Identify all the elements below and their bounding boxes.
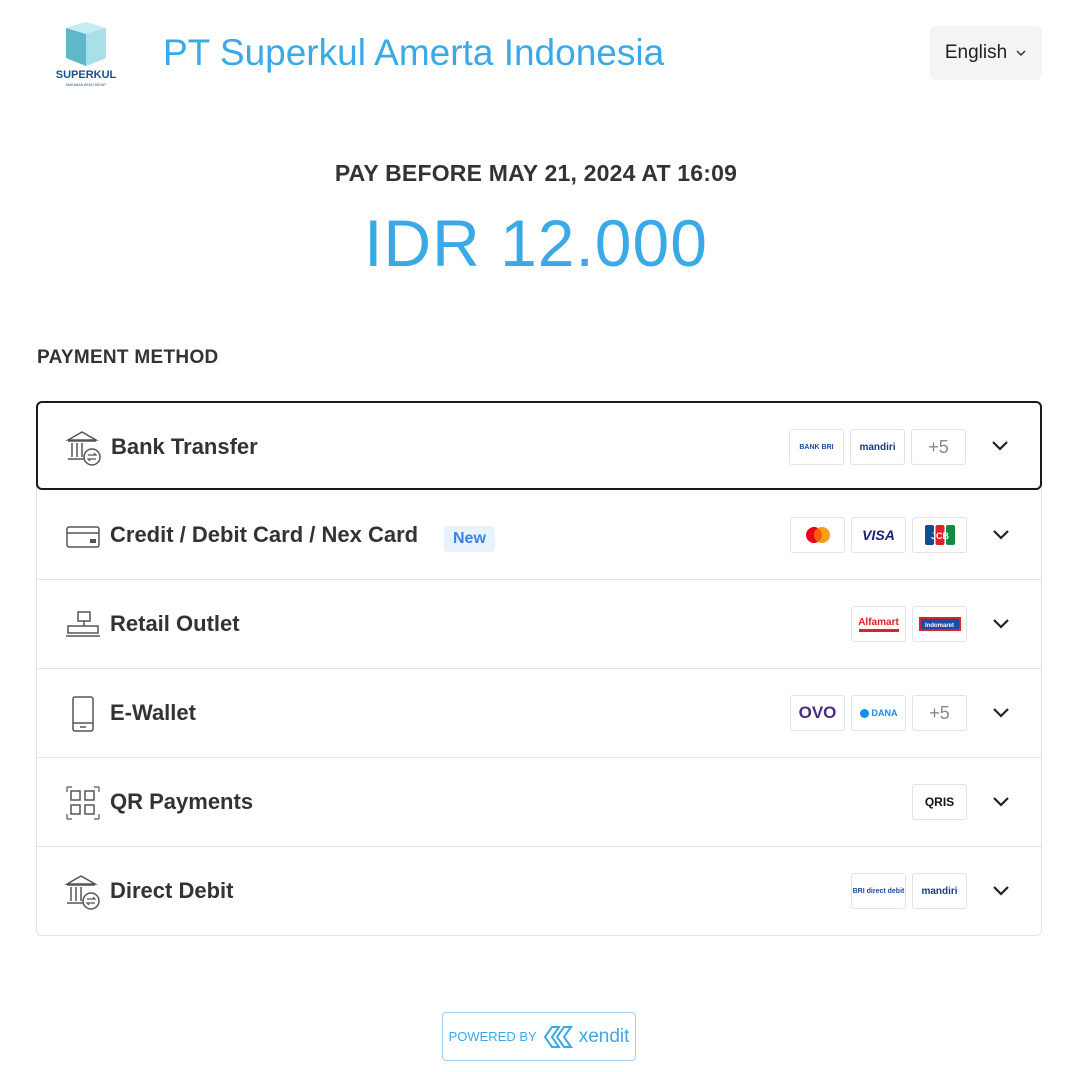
powered-by-label: POWERED BY	[448, 1029, 537, 1044]
powered-by-xendit[interactable]: POWERED BY xendit	[442, 1012, 636, 1061]
payment-method-list: Bank Transfer BANK BRI mandiri +5 Credit…	[36, 401, 1042, 936]
method-retail-outlet[interactable]: Retail Outlet Alfamart Indomaret	[37, 580, 1041, 669]
qr-logos: QRIS	[912, 784, 967, 820]
card-icon	[66, 526, 100, 548]
method-label: QR Payments	[110, 789, 254, 814]
payment-amount: IDR 12.000	[364, 206, 708, 280]
language-selector[interactable]: English	[930, 26, 1042, 80]
header: SUPERKUL MAKANAN BEKU SEHAT PT Superkul …	[0, 0, 1072, 110]
chevron-down-icon	[1016, 50, 1026, 57]
payment-deadline: PAY BEFORE MAY 21, 2024 AT 16:09	[334, 160, 738, 186]
logo-text: SUPERKUL	[56, 69, 117, 81]
method-qr-payments[interactable]: QR Payments QRIS	[37, 758, 1041, 847]
chevron-down-icon[interactable]	[991, 617, 1011, 631]
mandiri-logo: mandiri	[850, 429, 905, 465]
jcb-logo: JCB	[912, 517, 967, 553]
dana-logo: DANA	[851, 695, 906, 731]
indomaret-logo: Indomaret	[912, 606, 967, 642]
method-label: Credit / Debit Card / Nex Card	[110, 522, 419, 547]
bank-icon	[64, 875, 100, 910]
method-bank-transfer[interactable]: Bank Transfer BANK BRI mandiri +5	[36, 401, 1042, 490]
phone-icon	[72, 696, 94, 732]
qr-icon	[66, 786, 100, 820]
bri-direct-debit-logo: BRI direct debit	[851, 873, 906, 909]
mastercard-logo	[790, 517, 845, 553]
bri-logo: BANK BRI	[789, 429, 844, 465]
xendit-icon	[543, 1025, 573, 1048]
method-label: E-Wallet	[110, 700, 196, 725]
superkul-logo: SUPERKUL MAKANAN BEKU SEHAT	[56, 22, 117, 87]
ewallet-logos: OVO DANA +5	[790, 695, 967, 731]
retail-logos: Alfamart Indomaret	[851, 606, 967, 642]
ovo-logo: OVO	[790, 695, 845, 731]
more-banks-count: +5	[911, 429, 966, 465]
method-credit-card[interactable]: Credit / Debit Card / Nex Card New VISA …	[37, 491, 1041, 580]
method-label: Direct Debit	[110, 878, 234, 903]
svg-text:JCB: JCB	[930, 531, 949, 541]
direct-debit-logos: BRI direct debit mandiri	[851, 873, 967, 909]
method-label: Bank Transfer	[111, 434, 258, 459]
more-wallets-count: +5	[912, 695, 967, 731]
chevron-down-icon[interactable]	[990, 439, 1010, 453]
cash-register-icon	[66, 611, 100, 637]
chevron-down-icon[interactable]	[991, 528, 1011, 542]
card-logos: VISA JCB	[790, 517, 967, 553]
bank-icon	[65, 431, 101, 466]
method-direct-debit[interactable]: Direct Debit BRI direct debit mandiri	[37, 847, 1041, 936]
new-badge: New	[444, 526, 495, 552]
chevron-down-icon[interactable]	[991, 884, 1011, 898]
chevron-down-icon[interactable]	[991, 706, 1011, 720]
xendit-label: xendit	[578, 1025, 630, 1047]
logo-subtext: MAKANAN BEKU SEHAT	[66, 83, 107, 87]
merchant-name: PT Superkul Amerta Indonesia	[163, 32, 665, 73]
chevron-down-icon[interactable]	[991, 795, 1011, 809]
method-label: Retail Outlet	[110, 611, 240, 636]
method-e-wallet[interactable]: E-Wallet OVO DANA +5	[37, 669, 1041, 758]
alfamart-logo: Alfamart	[851, 606, 906, 642]
payment-method-heading: PAYMENT METHOD	[37, 347, 219, 368]
mandiri-logo: mandiri	[912, 873, 967, 909]
visa-logo: VISA	[851, 517, 906, 553]
bank-logos: BANK BRI mandiri +5	[789, 429, 966, 465]
language-label: English	[944, 42, 1008, 63]
qris-logo: QRIS	[912, 784, 967, 820]
